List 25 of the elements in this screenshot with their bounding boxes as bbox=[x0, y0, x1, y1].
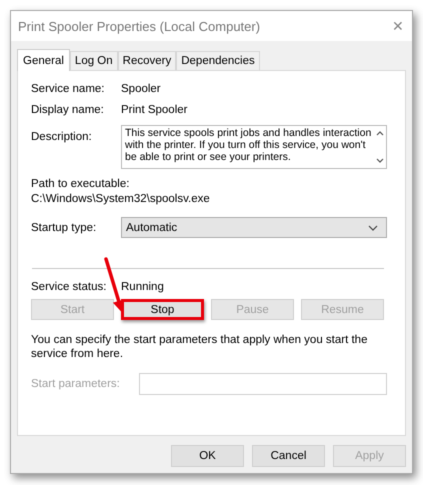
service-button[interactable]: Stop bbox=[121, 299, 204, 320]
field-label: Description: bbox=[31, 130, 93, 143]
tab[interactable]: Dependencies bbox=[176, 51, 260, 70]
description-box[interactable]: This service spools print jobs and handles interaction with the printer. If you turn off this service, you won't be able to print or see your printers. bbox=[121, 125, 387, 169]
close-button[interactable]: ✕ bbox=[392, 18, 404, 34]
tab[interactable]: Log On bbox=[70, 51, 118, 70]
dialog-button[interactable]: OK bbox=[171, 445, 244, 467]
chevron-down-icon bbox=[368, 224, 378, 230]
startup-type-dropdown[interactable]: Automatic bbox=[121, 217, 387, 238]
field-value: Print Spooler bbox=[121, 104, 188, 116]
window-title: Print Spooler Properties (Local Computer) bbox=[18, 18, 260, 34]
tab[interactable]: General bbox=[17, 49, 70, 71]
start-parameters-field[interactable] bbox=[139, 373, 387, 395]
field-label: Display name: bbox=[31, 104, 105, 116]
dialog-button[interactable]: Cancel bbox=[252, 445, 325, 467]
field-label: Start parameters: bbox=[31, 378, 121, 390]
field-value: C:\Windows\System32\spoolsv.exe bbox=[31, 193, 211, 205]
field-label: Service status: bbox=[31, 281, 108, 293]
field-label: Startup type: bbox=[31, 222, 98, 234]
hint-text: You can specify the start parameters that apply when you start the service from here. bbox=[31, 333, 368, 361]
field-label: Path to executable: bbox=[31, 178, 130, 190]
tab[interactable]: Recovery bbox=[118, 51, 176, 70]
field-label: Service name: bbox=[31, 83, 106, 95]
field-value: Spooler bbox=[121, 83, 161, 95]
field-value: Running bbox=[121, 281, 164, 293]
